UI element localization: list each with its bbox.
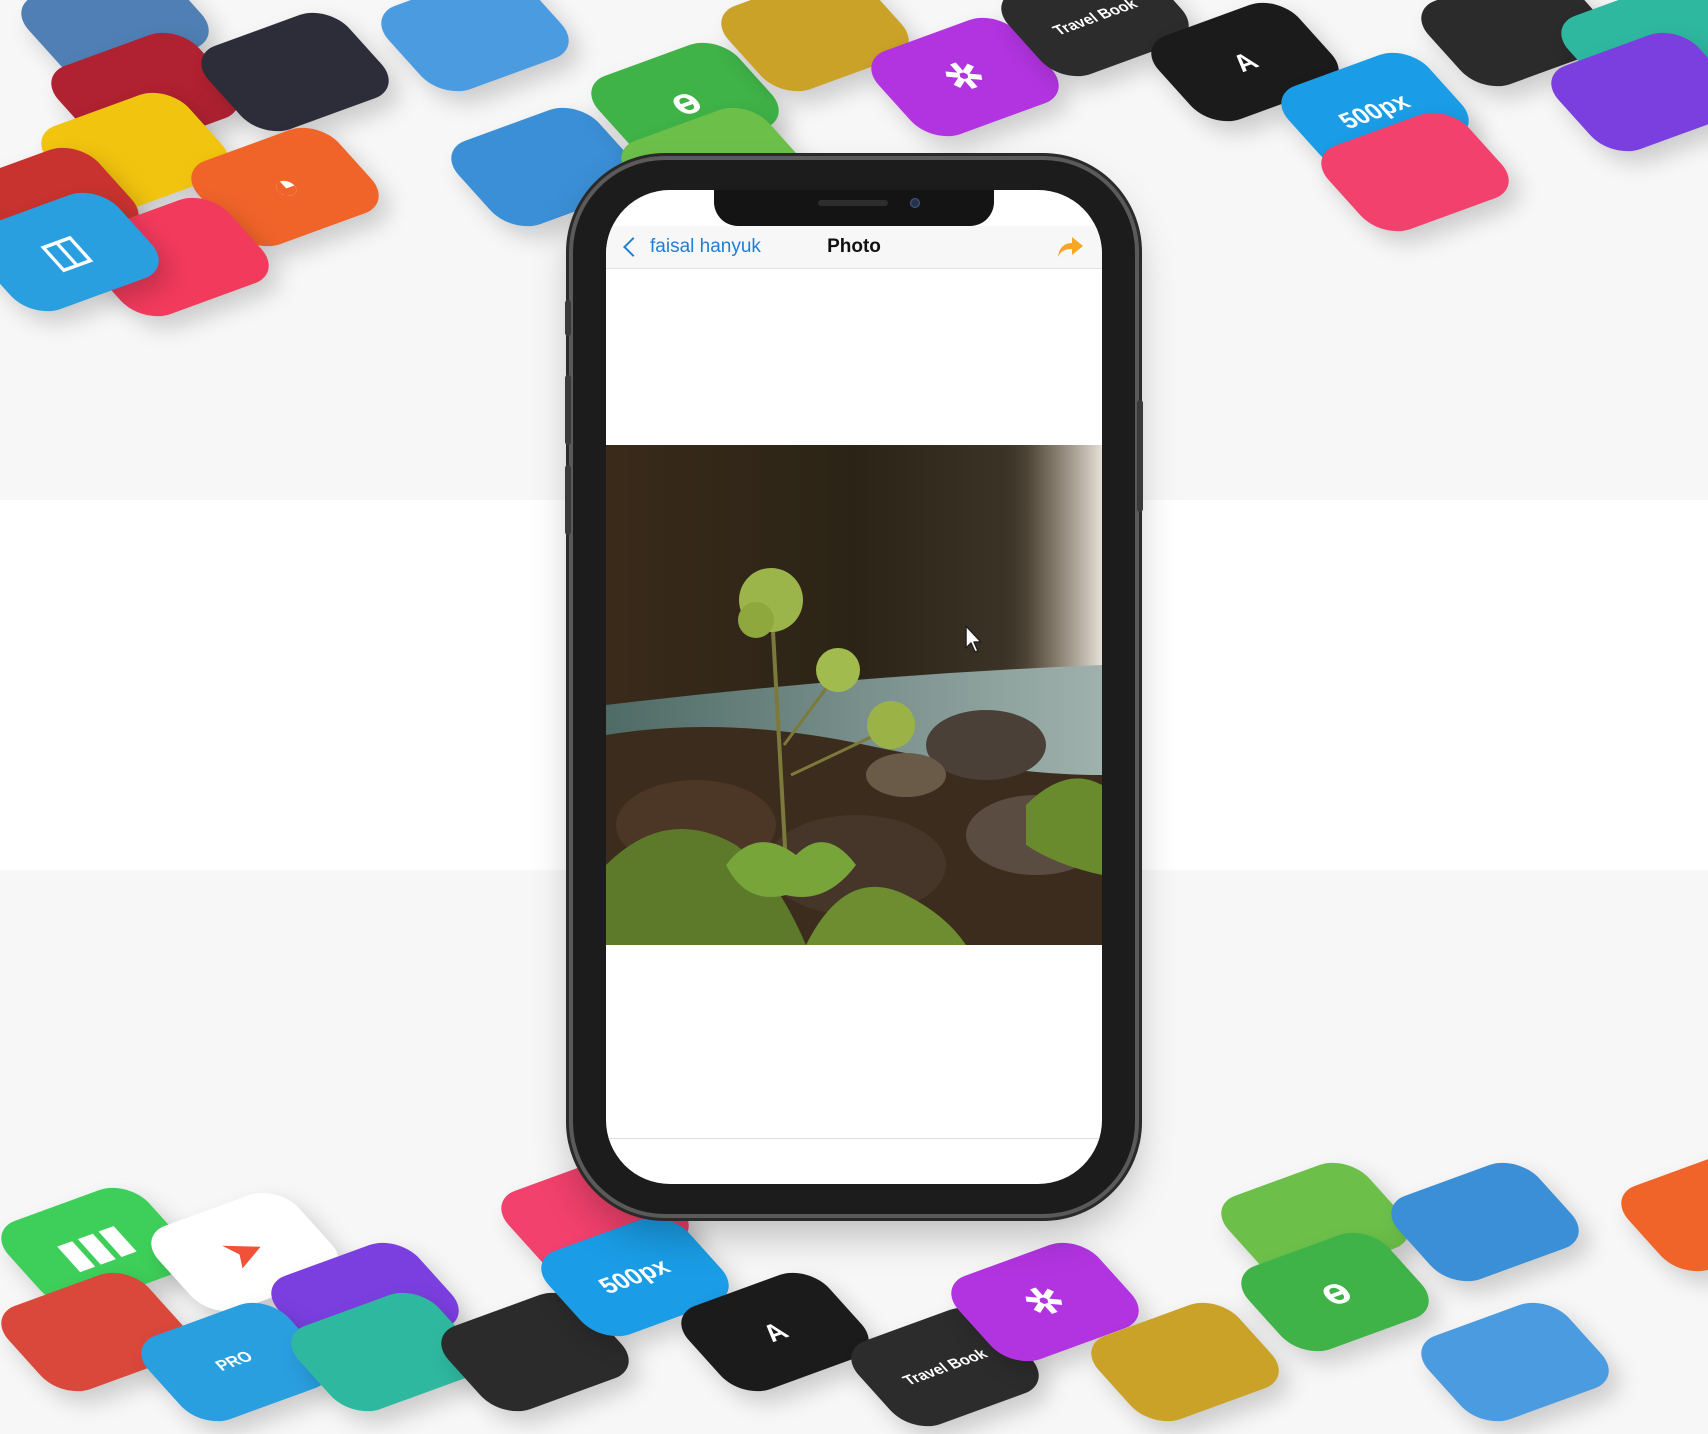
front-camera xyxy=(910,198,920,208)
bar-chart-icon: ▮▮▮ xyxy=(48,1218,142,1276)
frame-icon: ◫ xyxy=(31,227,99,277)
toolbar-divider xyxy=(606,1138,1102,1139)
navigation-bar: faisal hanyuk Photo xyxy=(606,226,1102,269)
molecule-icon: ✲ xyxy=(1013,1278,1077,1326)
phone-device: faisal hanyuk Photo xyxy=(565,160,1143,1214)
mouse-cursor-icon xyxy=(965,625,982,653)
photo-image[interactable] xyxy=(606,445,1102,945)
phone-screen: faisal hanyuk Photo xyxy=(606,190,1102,1184)
volume-up-button xyxy=(565,375,571,445)
page-title: Photo xyxy=(827,236,881,257)
swift-icon: ➤ xyxy=(213,1228,277,1276)
app-icon-timer-bottom xyxy=(1606,1144,1708,1280)
app-icon-boy xyxy=(366,0,584,100)
power-button xyxy=(1137,400,1143,512)
share-arrow-icon[interactable] xyxy=(1056,234,1084,260)
app-icon-boy-bottom xyxy=(1406,1294,1624,1430)
notch xyxy=(714,190,994,226)
speaker-grille xyxy=(818,200,888,206)
mute-switch xyxy=(565,300,571,336)
volume-down-button xyxy=(565,465,571,535)
elephant-icon: ɵ xyxy=(1307,1270,1363,1314)
timer-icon: ◔ xyxy=(257,165,313,209)
molecule-icon: ✲ xyxy=(933,53,997,101)
app-icon-kid-bottom xyxy=(1376,1154,1594,1290)
